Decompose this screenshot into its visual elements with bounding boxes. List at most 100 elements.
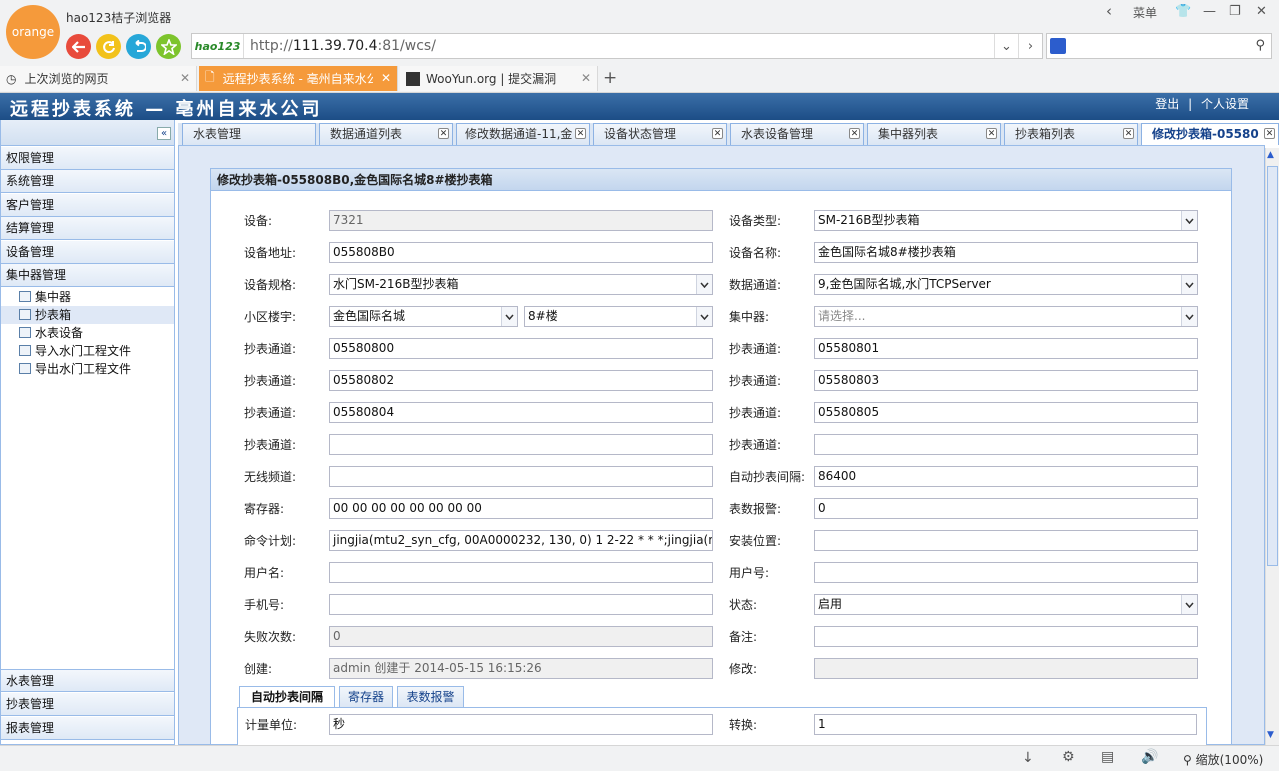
spec-select[interactable]: 水门SM-216B型抄表箱 xyxy=(329,274,713,295)
sidebar-item-customers[interactable]: 客户管理 xyxy=(1,194,174,217)
close-tab-icon[interactable]: ✕ xyxy=(180,71,190,85)
prev-icon[interactable]: ‹ xyxy=(1106,2,1112,20)
close-window-icon[interactable]: ✕ xyxy=(1256,4,1267,19)
gear-icon[interactable]: ⚙ xyxy=(1062,749,1075,765)
close-icon[interactable]: ✕ xyxy=(849,128,860,139)
collapse-icon[interactable]: « xyxy=(157,127,171,140)
interval-field[interactable]: 86400 xyxy=(814,466,1198,487)
refresh-button[interactable] xyxy=(96,34,121,59)
home-return-button[interactable] xyxy=(126,34,151,59)
speaker-icon[interactable]: 🔊 xyxy=(1141,749,1158,765)
wireless-field[interactable] xyxy=(329,466,713,487)
channel-5-field[interactable]: 05580804 xyxy=(329,402,713,423)
close-icon[interactable]: ✕ xyxy=(986,128,997,139)
chevron-down-icon[interactable] xyxy=(1181,275,1197,294)
search-box[interactable]: ⚲ xyxy=(1046,33,1272,59)
close-icon[interactable]: ✕ xyxy=(1123,128,1134,139)
url-dropdown-button[interactable]: ⌄ xyxy=(994,34,1018,58)
building-select[interactable]: 8#楼 xyxy=(524,306,713,327)
unit-field[interactable]: 秒 xyxy=(329,714,713,735)
tab-meterbox-list[interactable]: 抄表箱列表 ✕ xyxy=(1004,123,1138,145)
chevron-down-icon[interactable] xyxy=(696,307,712,326)
chevron-down-icon[interactable] xyxy=(696,275,712,294)
window-icon[interactable]: ▤ xyxy=(1101,749,1114,765)
close-icon[interactable]: ✕ xyxy=(712,128,723,139)
address-field[interactable]: 055808B0 xyxy=(329,242,713,263)
tab-data-channel-list[interactable]: 数据通道列表 ✕ xyxy=(319,123,453,145)
channel-6-field[interactable]: 05580805 xyxy=(814,402,1198,423)
url-text[interactable]: http://111.39.70.4:81/wcs/ xyxy=(244,38,436,54)
channel-3-field[interactable]: 05580802 xyxy=(329,370,713,391)
channel-2-field[interactable]: 05580801 xyxy=(814,338,1198,359)
scroll-thumb[interactable] xyxy=(1267,166,1278,566)
remark-field[interactable] xyxy=(814,626,1198,647)
logout-link[interactable]: 登出 xyxy=(1155,97,1179,111)
channel-4-field[interactable]: 05580803 xyxy=(814,370,1198,391)
sidebar-item-reports[interactable]: 报表管理 xyxy=(1,717,174,740)
tree-item-meterbox[interactable]: 抄表箱 xyxy=(1,306,174,324)
close-icon[interactable]: ✕ xyxy=(575,128,586,139)
chevron-down-icon[interactable] xyxy=(1181,595,1197,614)
tab-edit-meterbox[interactable]: 修改抄表箱-05580 ✕ xyxy=(1141,123,1279,145)
minimize-icon[interactable]: — xyxy=(1203,4,1216,19)
device-field[interactable]: 7321 xyxy=(329,210,713,231)
zoom-control[interactable]: ⚲ 缩放(100%) xyxy=(1183,751,1263,768)
sidebar-item-settlement[interactable]: 结算管理 xyxy=(1,217,174,240)
channel-1-field[interactable]: 05580800 xyxy=(329,338,713,359)
chevron-down-icon[interactable] xyxy=(501,307,517,326)
sidebar-item-devices[interactable]: 设备管理 xyxy=(1,241,174,264)
tree-item-import[interactable]: 导入水门工程文件 xyxy=(1,342,174,360)
phone-field[interactable] xyxy=(329,594,713,615)
menu-button[interactable]: 菜单 xyxy=(1133,4,1157,21)
vertical-scrollbar[interactable]: ▲ ▼ xyxy=(1265,148,1279,745)
subtab-register[interactable]: 寄存器 xyxy=(339,686,393,708)
device-type-select[interactable]: SM-216B型抄表箱 xyxy=(814,210,1198,231)
tab-water-meter-mgmt[interactable]: 水表管理 xyxy=(182,123,316,145)
search-icon[interactable]: ⚲ xyxy=(1255,38,1265,53)
restore-icon[interactable]: ❐ xyxy=(1229,4,1241,19)
close-tab-icon[interactable]: ✕ xyxy=(581,71,591,85)
sidebar-item-permissions[interactable]: 权限管理 xyxy=(1,147,174,170)
close-tab-icon[interactable]: ✕ xyxy=(381,71,391,85)
tab-water-device[interactable]: 水表设备管理 ✕ xyxy=(730,123,864,145)
tree-item-export[interactable]: 导出水门工程文件 xyxy=(1,360,174,378)
scroll-down-icon[interactable]: ▼ xyxy=(1267,730,1274,740)
subtab-alarm[interactable]: 表数报警 xyxy=(397,686,464,708)
skin-icon[interactable]: 👕 xyxy=(1175,4,1191,19)
created-field[interactable]: admin 创建于 2014-05-15 16:15:26 xyxy=(329,658,713,679)
back-button[interactable] xyxy=(66,34,91,59)
scroll-up-icon[interactable]: ▲ xyxy=(1267,150,1274,160)
channel-7-field[interactable] xyxy=(329,434,713,455)
channel-8-field[interactable] xyxy=(814,434,1198,455)
go-button[interactable]: › xyxy=(1018,34,1042,58)
status-select[interactable]: 启用 xyxy=(814,594,1198,615)
browser-tab-history[interactable]: ◷ 上次浏览的网页 ✕ xyxy=(0,66,197,91)
browser-tab-wooyun[interactable]: WooYun.org | 提交漏洞 ✕ xyxy=(400,66,598,91)
close-icon[interactable]: ✕ xyxy=(1264,128,1275,139)
tab-edit-data-channel[interactable]: 修改数据通道-11,金 ✕ xyxy=(456,123,590,145)
tree-item-water-meter[interactable]: 水表设备 xyxy=(1,324,174,342)
data-channel-select[interactable]: 9,金色国际名城,水门TCPServer xyxy=(814,274,1198,295)
sidebar-item-water-meters[interactable]: 水表管理 xyxy=(1,669,174,692)
tree-item-concentrator[interactable]: 集中器 xyxy=(1,288,174,306)
concentrator-select[interactable]: 请选择... xyxy=(814,306,1198,327)
chevron-down-icon[interactable] xyxy=(1181,211,1197,230)
close-icon[interactable]: ✕ xyxy=(438,128,449,139)
favorite-button[interactable] xyxy=(156,34,181,59)
modified-field[interactable] xyxy=(814,658,1198,679)
new-tab-button[interactable]: + xyxy=(603,68,617,88)
settings-link[interactable]: 个人设置 xyxy=(1201,97,1249,111)
subtab-interval[interactable]: 自动抄表间隔 xyxy=(239,686,335,709)
userno-field[interactable] xyxy=(814,562,1198,583)
convert-field[interactable]: 1 xyxy=(814,714,1197,735)
community-select[interactable]: 金色国际名城 xyxy=(329,306,518,327)
location-field[interactable] xyxy=(814,530,1198,551)
alarm-field[interactable]: 0 xyxy=(814,498,1198,519)
sidebar-item-reading[interactable]: 抄表管理 xyxy=(1,693,174,716)
command-field[interactable]: jingjia(mtu2_syn_cfg, 00A0000232, 130, 0… xyxy=(329,530,713,551)
register-field[interactable]: 00 00 00 00 00 00 00 00 xyxy=(329,498,713,519)
download-icon[interactable]: ↓ xyxy=(1022,750,1034,766)
address-bar[interactable]: hao123 http://111.39.70.4:81/wcs/ ⌄ › xyxy=(191,33,1043,59)
sidebar-item-concentrators[interactable]: 集中器管理 xyxy=(1,264,174,287)
sidebar-item-system[interactable]: 系统管理 xyxy=(1,170,174,193)
